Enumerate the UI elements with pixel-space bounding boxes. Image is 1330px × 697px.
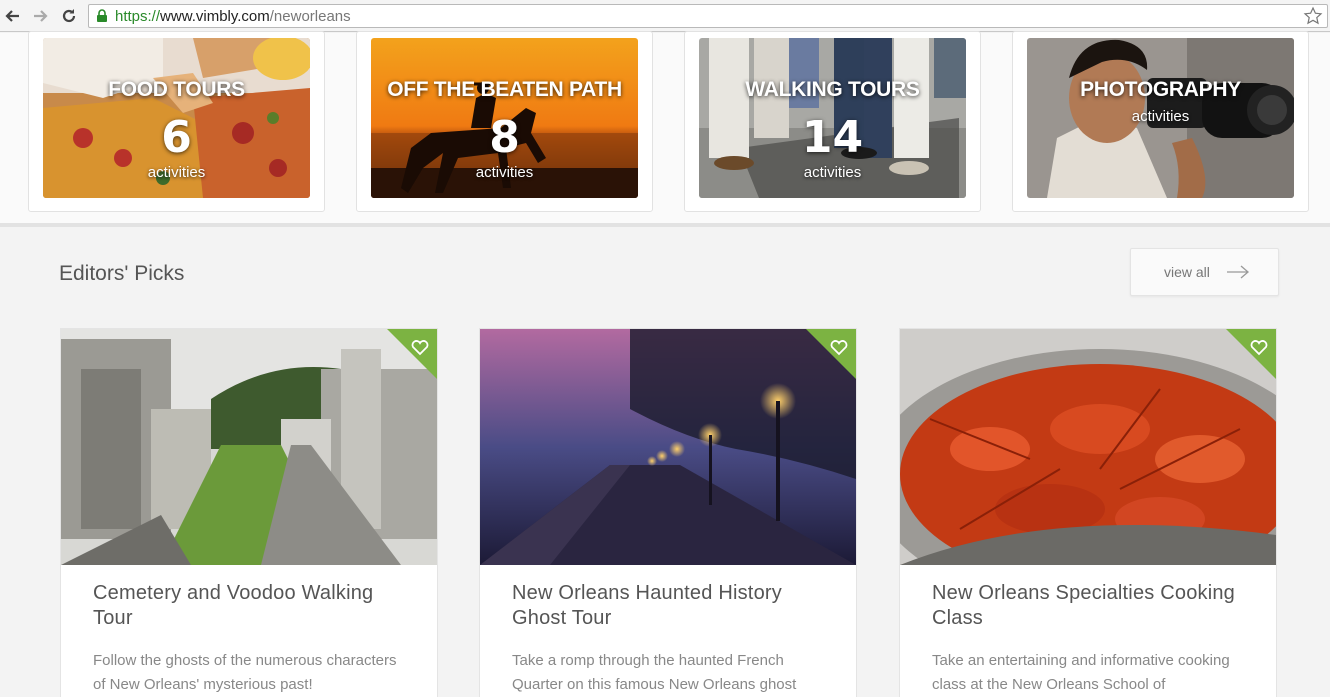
favorite-button[interactable] [1226, 329, 1276, 379]
pick-card-cemetery-tour[interactable]: Cemetery and Voodoo Walking Tour Follow … [60, 328, 438, 697]
category-subtitle: activities [147, 164, 206, 181]
pick-image [61, 329, 437, 565]
category-subtitle: activities [1131, 108, 1190, 125]
pick-title[interactable]: Cemetery and Voodoo Walking Tour [93, 581, 413, 631]
forward-arrow-icon [34, 10, 48, 22]
browser-toolbar: https://www.vimbly.com/neworleans [0, 0, 1330, 32]
category-count: 6 [161, 112, 192, 163]
forward-button[interactable] [29, 5, 51, 27]
category-strip: FOOD TOURS 6 activities OFF THE BEATEN P… [0, 31, 1330, 227]
pick-title[interactable]: New Orleans Haunted History Ghost Tour [512, 581, 832, 631]
category-count: 8 [489, 112, 520, 163]
favorite-button[interactable] [806, 329, 856, 379]
back-arrow-icon [5, 10, 19, 22]
category-card-photography[interactable]: PHOTOGRAPHY activities [1012, 31, 1309, 212]
heart-icon [806, 329, 856, 379]
favorite-button[interactable] [387, 329, 437, 379]
category-title: PHOTOGRAPHY [1080, 78, 1241, 101]
address-bar[interactable]: https://www.vimbly.com/neworleans [88, 4, 1328, 28]
pick-description: Take an entertaining and informative coo… [932, 652, 1230, 693]
category-card-off-the-beaten-path[interactable]: OFF THE BEATEN PATH 8 activities [356, 31, 653, 212]
category-image: FOOD TOURS 6 activities [43, 38, 310, 198]
pick-card-ghost-tour[interactable]: New Orleans Haunted History Ghost Tour T… [479, 328, 857, 697]
heart-icon [1226, 329, 1276, 379]
category-image: PHOTOGRAPHY activities [1027, 38, 1294, 198]
category-subtitle: activities [803, 164, 862, 181]
category-title: WALKING TOURS [745, 78, 920, 101]
view-all-label: view all [1164, 264, 1210, 280]
reload-icon [62, 9, 76, 23]
foggy-street-photo [480, 329, 856, 565]
lock-icon [97, 9, 107, 22]
category-card-walking-tours[interactable]: WALKING TOURS 14 activities [684, 31, 981, 212]
pick-title[interactable]: New Orleans Specialties Cooking Class [932, 581, 1252, 631]
back-button[interactable] [2, 5, 24, 27]
pick-description: Take a romp through the haunted French Q… [512, 652, 797, 693]
pick-image [900, 329, 1276, 565]
category-title: OFF THE BEATEN PATH [387, 78, 622, 101]
url-text: https://www.vimbly.com/neworleans [115, 8, 351, 25]
reload-button[interactable] [58, 5, 80, 27]
pick-description: Follow the ghosts of the numerous charac… [93, 652, 397, 693]
heart-icon [387, 329, 437, 379]
category-image: OFF THE BEATEN PATH 8 activities [371, 38, 638, 198]
crawfish-photo [900, 329, 1276, 565]
category-subtitle: activities [475, 164, 534, 181]
arrow-right-icon [1227, 265, 1249, 279]
section-title: Editors' Picks [59, 262, 185, 285]
pick-card-cooking-class[interactable]: New Orleans Specialties Cooking Class Ta… [899, 328, 1277, 697]
view-all-button[interactable]: view all [1130, 248, 1279, 296]
category-card-food-tours[interactable]: FOOD TOURS 6 activities [28, 31, 325, 212]
category-count: 14 [801, 112, 864, 163]
bookmark-star-icon[interactable] [1303, 6, 1323, 26]
category-title: FOOD TOURS [108, 78, 245, 101]
pick-image [480, 329, 856, 565]
cemetery-photo [61, 329, 437, 565]
category-image: WALKING TOURS 14 activities [699, 38, 966, 198]
